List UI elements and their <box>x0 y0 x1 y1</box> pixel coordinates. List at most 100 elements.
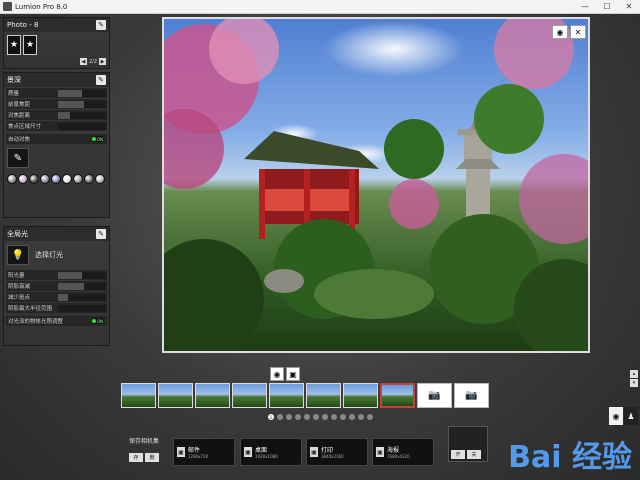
page-dot[interactable] <box>349 414 355 420</box>
photo-effect-thumb[interactable]: ★ <box>23 35 37 55</box>
expand-icon[interactable]: ▴ <box>630 370 638 378</box>
page-dot[interactable] <box>295 414 301 420</box>
slider-track[interactable] <box>58 100 106 108</box>
slider-fill <box>58 100 85 108</box>
render-settings-box[interactable]: 开 关 <box>448 426 488 462</box>
slider-track[interactable] <box>58 271 106 279</box>
dof-slider-row[interactable]: 质量 <box>6 88 107 98</box>
export-resolution: 3840x2160 <box>321 454 344 459</box>
page-dot[interactable] <box>358 414 364 420</box>
light-slider-row[interactable]: 减少斑点 <box>6 292 107 302</box>
light-slider-row[interactable]: 阴影衰减 <box>6 281 107 291</box>
export-name: 桌面 <box>255 447 268 454</box>
wrench-icon[interactable]: ✎ <box>96 20 106 30</box>
glossy-toggle-row[interactable]: 对光泽的物体光照调整 ON <box>6 316 107 326</box>
next-arrow-icon[interactable]: ▶ <box>99 58 106 65</box>
autofocus-toggle[interactable]: ON <box>92 136 104 142</box>
slider-label: 前景焦距 <box>8 102 31 108</box>
camera-icon[interactable]: ◉ <box>270 367 284 381</box>
export-resolution: 7680x4320 <box>387 454 410 459</box>
sphere-swatch[interactable] <box>7 174 17 184</box>
empty-slot-camera-icon[interactable]: 📷 <box>417 383 452 408</box>
export-resolution: 1920x1080 <box>255 454 278 459</box>
sphere-swatch[interactable] <box>18 174 28 184</box>
page-dot[interactable] <box>367 414 373 420</box>
render-viewport[interactable]: ◉ ✕ <box>162 17 590 353</box>
wrench-icon[interactable]: ✎ <box>96 75 106 85</box>
slider-track[interactable] <box>58 111 106 119</box>
sphere-swatch[interactable] <box>51 174 61 184</box>
save-icon: ▣ <box>177 447 185 457</box>
sphere-swatch[interactable] <box>84 174 94 184</box>
collapse-icon[interactable]: ▾ <box>630 379 638 387</box>
dof-slider-row[interactable]: 对焦距离 <box>6 110 107 120</box>
page-dot[interactable] <box>286 414 292 420</box>
slider-track[interactable] <box>58 89 106 97</box>
page-dot[interactable]: 1 <box>268 414 274 420</box>
select-light-label[interactable]: 选择灯光 <box>35 250 63 260</box>
export-poster-button[interactable]: ▣ 海报 7680x4320 <box>372 438 434 466</box>
dof-slider-row[interactable]: 焦点区域尺寸 <box>6 121 107 131</box>
brush-icon[interactable]: ✎ <box>7 148 29 168</box>
save-icon[interactable]: ▣ <box>286 367 300 381</box>
light-slider-row[interactable]: 阳光量 <box>6 270 107 280</box>
dof-panel-header: 景深 ✎ <box>4 73 109 87</box>
glossy-toggle[interactable]: ON <box>92 318 104 324</box>
slider-track[interactable] <box>58 122 106 130</box>
save-set-button[interactable]: 存 <box>129 453 143 462</box>
save-icon: ▣ <box>376 447 384 457</box>
slider-label: 减少斑点 <box>8 295 31 301</box>
film-slot[interactable] <box>121 383 156 408</box>
film-slot[interactable] <box>343 383 378 408</box>
delete-set-button[interactable]: 删 <box>145 453 159 462</box>
page-dot[interactable] <box>340 414 346 420</box>
empty-slot-camera-icon[interactable]: 📷 <box>454 383 489 408</box>
slider-track[interactable] <box>58 282 106 290</box>
slider-label: 阳光量 <box>8 273 25 279</box>
slider-label: 阴影最大半径范围 <box>8 306 53 312</box>
page-dot[interactable] <box>331 414 337 420</box>
lightbulb-icon[interactable]: 💡 <box>7 245 29 265</box>
page-dot[interactable] <box>277 414 283 420</box>
sphere-swatch[interactable] <box>29 174 39 184</box>
sphere-swatch[interactable] <box>95 174 105 184</box>
off-button[interactable]: 关 <box>467 450 481 459</box>
photo-effect-thumb[interactable]: ★ <box>7 35 21 55</box>
photo-mode-camera-icon[interactable]: ◉ <box>609 407 623 425</box>
film-slot[interactable] <box>232 383 267 408</box>
film-slot[interactable] <box>306 383 341 408</box>
title-bar: Lumion Pro 8.0 — ☐ ✕ <box>0 0 640 14</box>
sphere-swatch[interactable] <box>40 174 50 184</box>
film-slot[interactable] <box>158 383 193 408</box>
export-print-button[interactable]: ▣ 打印 3840x2160 <box>306 438 368 466</box>
person-icon[interactable]: ♟ <box>624 407 638 425</box>
close-button[interactable]: ✕ <box>618 0 640 14</box>
page-dot[interactable] <box>304 414 310 420</box>
page-dot[interactable] <box>313 414 319 420</box>
save-set-label: 保存相机集 <box>128 438 159 445</box>
on-button[interactable]: 开 <box>451 450 465 459</box>
export-email-button[interactable]: ▣ 邮件 1280x720 <box>173 438 235 466</box>
slider-track[interactable] <box>58 304 106 312</box>
photo-filmstrip: 📷 📷 <box>121 383 489 408</box>
slider-track[interactable] <box>58 293 106 301</box>
side-small-icons: ▴ ▾ <box>630 370 638 387</box>
dof-slider-row[interactable]: 前景焦距 <box>6 99 107 109</box>
prev-arrow-icon[interactable]: ◀ <box>79 58 87 65</box>
autofocus-toggle-row[interactable]: 自动对焦 ON <box>6 134 107 144</box>
maximize-button[interactable]: ☐ <box>596 0 618 14</box>
minimize-button[interactable]: — <box>574 0 596 14</box>
page-dot[interactable] <box>322 414 328 420</box>
save-camera-set: 保存相机集 存 删 <box>119 436 169 462</box>
camera-icon[interactable]: ◉ <box>552 25 568 39</box>
wrench-icon[interactable]: ✎ <box>96 229 106 239</box>
film-slot[interactable] <box>269 383 304 408</box>
garden-scene <box>164 19 588 351</box>
close-icon[interactable]: ✕ <box>570 25 586 39</box>
export-desktop-button[interactable]: ▣ 桌面 1920x1080 <box>240 438 302 466</box>
sphere-swatch[interactable] <box>73 174 83 184</box>
sphere-swatch[interactable] <box>62 174 72 184</box>
film-slot[interactable] <box>380 383 415 408</box>
film-slot[interactable] <box>195 383 230 408</box>
light-slider-row[interactable]: 阴影最大半径范围 <box>6 303 107 313</box>
